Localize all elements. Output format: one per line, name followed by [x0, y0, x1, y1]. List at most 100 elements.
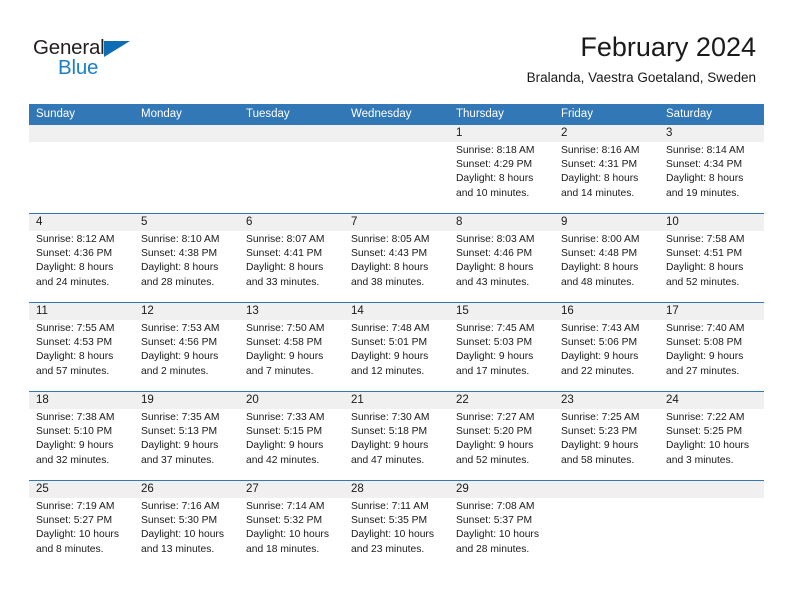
day-detail-line: and 42 minutes.: [246, 454, 320, 466]
day-number[interactable]: 19: [134, 392, 239, 409]
day-number[interactable]: 15: [449, 303, 554, 320]
day-number-empty: [29, 125, 134, 142]
day-cell[interactable]: Sunrise: 8:03 AM Sunset: 4:46 PM Daylight:…: [449, 231, 554, 302]
day-number[interactable]: 8: [449, 214, 554, 231]
day-cell[interactable]: Sunrise: 8:16 AM Sunset: 4:31 PM Daylight:…: [554, 142, 659, 213]
day-cell[interactable]: Sunrise: 7:50 AM Sunset: 4:58 PM Daylight:…: [239, 320, 344, 391]
day-detail-line: Daylight: 9 hours: [36, 440, 114, 452]
day-number-empty: [344, 125, 449, 142]
calendar-week-row: 25 26 27 28 29 Sunrise: 7:19 AM Sunset: 5:27 P…: [29, 480, 764, 569]
day-detail-line: Daylight: 9 hours: [561, 440, 639, 452]
day-detail-line: and 28 minutes.: [456, 543, 530, 555]
day-number[interactable]: 26: [134, 481, 239, 498]
day-number-empty: [554, 481, 659, 498]
day-number[interactable]: 27: [239, 481, 344, 498]
day-number[interactable]: 17: [659, 303, 764, 320]
day-cell[interactable]: Sunrise: 7:16 AM Sunset: 5:30 PM Daylight:…: [134, 498, 239, 569]
day-number[interactable]: 10: [659, 214, 764, 231]
day-cell[interactable]: Sunrise: 8:05 AM Sunset: 4:43 PM Daylight:…: [344, 231, 449, 302]
day-number[interactable]: 5: [134, 214, 239, 231]
day-number[interactable]: 1: [449, 125, 554, 142]
weekday-header-saturday: Saturday: [666, 108, 713, 120]
day-cell[interactable]: Sunrise: 7:33 AM Sunset: 5:15 PM Daylight:…: [239, 409, 344, 480]
day-cell[interactable]: Sunrise: 8:18 AM Sunset: 4:29 PM Daylight:…: [449, 142, 554, 213]
day-number[interactable]: 13: [239, 303, 344, 320]
day-number[interactable]: 21: [344, 392, 449, 409]
day-detail-line: Sunrise: 7:38 AM: [36, 412, 115, 423]
day-cell[interactable]: Sunrise: 7:43 AM Sunset: 5:06 PM Daylight:…: [554, 320, 659, 391]
day-detail-line: Sunrise: 7:58 AM: [666, 234, 745, 245]
day-number[interactable]: 28: [344, 481, 449, 498]
day-cell[interactable]: Sunrise: 8:07 AM Sunset: 4:41 PM Daylight:…: [239, 231, 344, 302]
day-detail-line: Daylight: 10 hours: [36, 529, 119, 541]
day-number-row: 25 26 27 28 29: [29, 481, 764, 498]
day-cell[interactable]: Sunrise: 7:38 AM Sunset: 5:10 PM Daylight:…: [29, 409, 134, 480]
title-block: February 2024 Bralanda, Vaestra Goetalan…: [527, 30, 756, 88]
day-number[interactable]: 3: [659, 125, 764, 142]
day-number[interactable]: 25: [29, 481, 134, 498]
day-detail-line: Sunset: 5:18 PM: [351, 426, 428, 438]
weekday-header-sunday: Sunday: [36, 108, 76, 120]
day-detail-line: Sunrise: 7:11 AM: [351, 501, 429, 512]
day-cell[interactable]: Sunrise: 7:08 AM Sunset: 5:37 PM Daylight:…: [449, 498, 554, 569]
page-subtitle: Bralanda, Vaestra Goetaland, Sweden: [526, 70, 756, 85]
day-cell[interactable]: Sunrise: 7:55 AM Sunset: 4:53 PM Daylight:…: [29, 320, 134, 391]
day-cell[interactable]: Sunrise: 7:45 AM Sunset: 5:03 PM Daylight:…: [449, 320, 554, 391]
general-blue-logo[interactable]: General Blue: [33, 36, 213, 86]
day-number[interactable]: 18: [29, 392, 134, 409]
day-number[interactable]: 2: [554, 125, 659, 142]
day-cell[interactable]: Sunrise: 7:40 AM Sunset: 5:08 PM Daylight:…: [659, 320, 764, 391]
day-detail-line: Sunset: 4:48 PM: [561, 248, 638, 260]
day-detail-line: Sunrise: 8:00 AM: [561, 234, 640, 245]
day-detail-line: Daylight: 9 hours: [246, 440, 324, 452]
day-cell[interactable]: Sunrise: 7:19 AM Sunset: 5:27 PM Daylight:…: [29, 498, 134, 569]
day-detail-line: Sunset: 4:41 PM: [246, 248, 323, 260]
day-detail-line: Sunrise: 7:14 AM: [246, 501, 325, 512]
day-number[interactable]: 23: [554, 392, 659, 409]
day-cell[interactable]: Sunrise: 7:27 AM Sunset: 5:20 PM Daylight:…: [449, 409, 554, 480]
day-number[interactable]: 4: [29, 214, 134, 231]
day-number[interactable]: 12: [134, 303, 239, 320]
day-number[interactable]: 20: [239, 392, 344, 409]
day-number[interactable]: 7: [344, 214, 449, 231]
day-number[interactable]: 14: [344, 303, 449, 320]
weekday-header-friday: Friday: [561, 108, 593, 120]
day-detail-line: Daylight: 9 hours: [351, 351, 429, 363]
day-cell[interactable]: Sunrise: 8:12 AM Sunset: 4:36 PM Daylight:…: [29, 231, 134, 302]
day-detail-line: Sunset: 4:34 PM: [666, 159, 743, 171]
day-number[interactable]: 29: [449, 481, 554, 498]
day-detail-line: Sunset: 5:27 PM: [36, 515, 113, 527]
day-number[interactable]: 24: [659, 392, 764, 409]
day-detail-line: Sunrise: 8:14 AM: [666, 145, 745, 156]
day-cell[interactable]: Sunrise: 7:53 AM Sunset: 4:56 PM Daylight:…: [134, 320, 239, 391]
day-detail-line: Daylight: 8 hours: [36, 351, 114, 363]
day-detail-line: and 33 minutes.: [246, 276, 320, 288]
day-cell[interactable]: Sunrise: 7:25 AM Sunset: 5:23 PM Daylight:…: [554, 409, 659, 480]
day-number[interactable]: 9: [554, 214, 659, 231]
day-cell[interactable]: Sunrise: 7:58 AM Sunset: 4:51 PM Daylight:…: [659, 231, 764, 302]
page-title: February 2024: [580, 32, 756, 62]
day-number[interactable]: 6: [239, 214, 344, 231]
day-cell[interactable]: Sunrise: 8:00 AM Sunset: 4:48 PM Daylight:…: [554, 231, 659, 302]
day-cell[interactable]: Sunrise: 7:48 AM Sunset: 5:01 PM Daylight:…: [344, 320, 449, 391]
day-detail-line: Daylight: 8 hours: [456, 262, 534, 274]
day-number[interactable]: 22: [449, 392, 554, 409]
day-number[interactable]: 11: [29, 303, 134, 320]
day-cell[interactable]: Sunrise: 8:10 AM Sunset: 4:38 PM Daylight:…: [134, 231, 239, 302]
day-number[interactable]: 16: [554, 303, 659, 320]
day-detail-line: Sunrise: 7:48 AM: [351, 323, 430, 334]
day-detail-line: Daylight: 9 hours: [141, 351, 219, 363]
day-detail-line: and 48 minutes.: [561, 276, 635, 288]
day-cell[interactable]: Sunrise: 7:22 AM Sunset: 5:25 PM Daylight:…: [659, 409, 764, 480]
calendar-week-row: 11 12 13 14 15 16 17 Sunrise: 7:55 AM Sunset: 4:…: [29, 302, 764, 391]
day-detail-line: Daylight: 9 hours: [666, 351, 744, 363]
day-detail-line: Daylight: 9 hours: [141, 440, 219, 452]
day-cell[interactable]: Sunrise: 7:30 AM Sunset: 5:18 PM Daylight:…: [344, 409, 449, 480]
day-cell[interactable]: Sunrise: 7:35 AM Sunset: 5:13 PM Daylight:…: [134, 409, 239, 480]
day-cell[interactable]: Sunrise: 8:14 AM Sunset: 4:34 PM Daylight:…: [659, 142, 764, 213]
day-detail-line: and 10 minutes.: [456, 187, 530, 199]
day-detail-line: Sunset: 5:32 PM: [246, 515, 323, 527]
day-cell[interactable]: Sunrise: 7:11 AM Sunset: 5:35 PM Daylight:…: [344, 498, 449, 569]
weekday-header-wednesday: Wednesday: [351, 108, 412, 120]
day-cell[interactable]: Sunrise: 7:14 AM Sunset: 5:32 PM Daylight:…: [239, 498, 344, 569]
